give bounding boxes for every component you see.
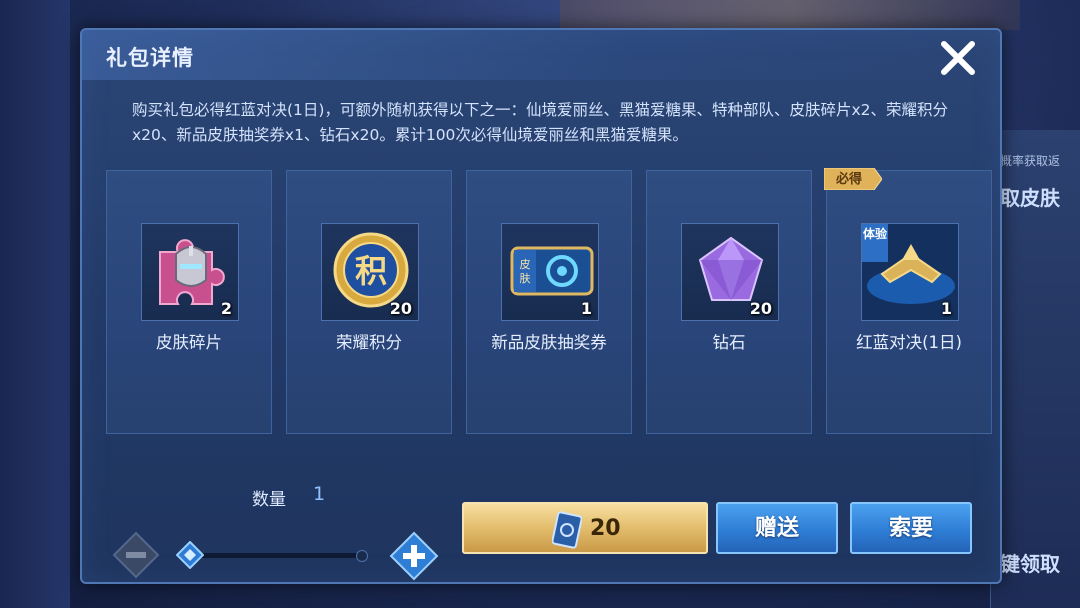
background-text-get-skin: 取皮肤 <box>1000 186 1060 210</box>
item-icon-frame: 20 <box>681 223 779 321</box>
plus-icon <box>389 531 439 581</box>
item-count: 20 <box>389 299 412 318</box>
dialog-title: 礼包详情 <box>106 46 194 70</box>
background-left-strip <box>0 0 70 608</box>
background-text-probability: 概率获取返 <box>1000 154 1061 168</box>
voucher-icon <box>552 511 582 549</box>
gift-button[interactable]: 赠送 <box>716 502 838 554</box>
reward-item-red-blue-duel[interactable]: 体验 1 红蓝对决(1日) <box>826 170 992 434</box>
slider-end-marker <box>356 550 368 562</box>
item-count: 20 <box>749 299 772 318</box>
item-name: 红蓝对决(1日) <box>856 333 962 352</box>
minus-icon <box>112 531 160 579</box>
guaranteed-badge: 必得 <box>835 172 862 187</box>
quantity-selector: 数量 1 <box>106 483 439 581</box>
dialog-header <box>82 30 1000 80</box>
slider-thumb-icon <box>175 540 205 570</box>
svg-text:积: 积 <box>355 252 387 290</box>
item-count: 1 <box>580 299 592 318</box>
item-count: 1 <box>940 299 952 318</box>
reward-item-skin-lottery-ticket[interactable]: 皮 肤 1 新品皮肤抽奖券 <box>466 170 632 434</box>
reward-item-skin-fragment[interactable]: 2 皮肤碎片 <box>106 170 272 434</box>
item-name: 皮肤碎片 <box>156 333 222 352</box>
quantity-value: 1 <box>313 483 326 505</box>
buy-button[interactable]: 20 <box>462 502 708 554</box>
quantity-slider-thumb[interactable] <box>175 540 205 570</box>
request-button[interactable]: 索要 <box>850 502 972 554</box>
reward-item-glory-points[interactable]: 积 20 荣耀积分 <box>286 170 452 434</box>
item-icon-frame: 皮 肤 1 <box>501 223 599 321</box>
item-name: 荣耀积分 <box>336 333 402 352</box>
reward-items-row: 2 皮肤碎片 积 20 荣耀积分 皮 肤 1 新品皮肤抽奖券 20 钻石 体验 … <box>106 168 992 434</box>
gift-pack-dialog: 礼包详情 购买礼包必得红蓝对决(1日)，可额外随机获得以下之一：仙境爱丽丝、黑猫… <box>80 28 1002 584</box>
background-top-art <box>560 0 1020 30</box>
buy-price: 20 <box>590 516 621 541</box>
item-name: 钻石 <box>712 333 746 352</box>
item-count: 2 <box>220 299 232 318</box>
reward-item-diamond[interactable]: 20 钻石 <box>646 170 812 434</box>
item-name: 新品皮肤抽奖券 <box>491 333 607 352</box>
quantity-slider-track[interactable] <box>192 553 362 558</box>
item-icon-frame: 2 <box>141 223 239 321</box>
background-text-claim: 键领取 <box>1000 552 1060 576</box>
increase-quantity-button[interactable] <box>389 531 439 581</box>
close-button[interactable] <box>938 38 978 78</box>
close-icon <box>941 41 975 75</box>
svg-text:皮: 皮 <box>520 258 531 271</box>
quantity-label: 数量 <box>252 490 286 510</box>
pack-description: 购买礼包必得红蓝对决(1日)，可额外随机获得以下之一：仙境爱丽丝、黑猫爱糖果、特… <box>132 101 948 144</box>
decrease-quantity-button[interactable] <box>112 531 160 579</box>
trial-tag: 体验 <box>862 224 888 262</box>
item-icon-frame: 积 20 <box>321 223 419 321</box>
svg-text:肤: 肤 <box>520 271 531 285</box>
item-icon-frame: 体验 1 <box>861 223 959 321</box>
